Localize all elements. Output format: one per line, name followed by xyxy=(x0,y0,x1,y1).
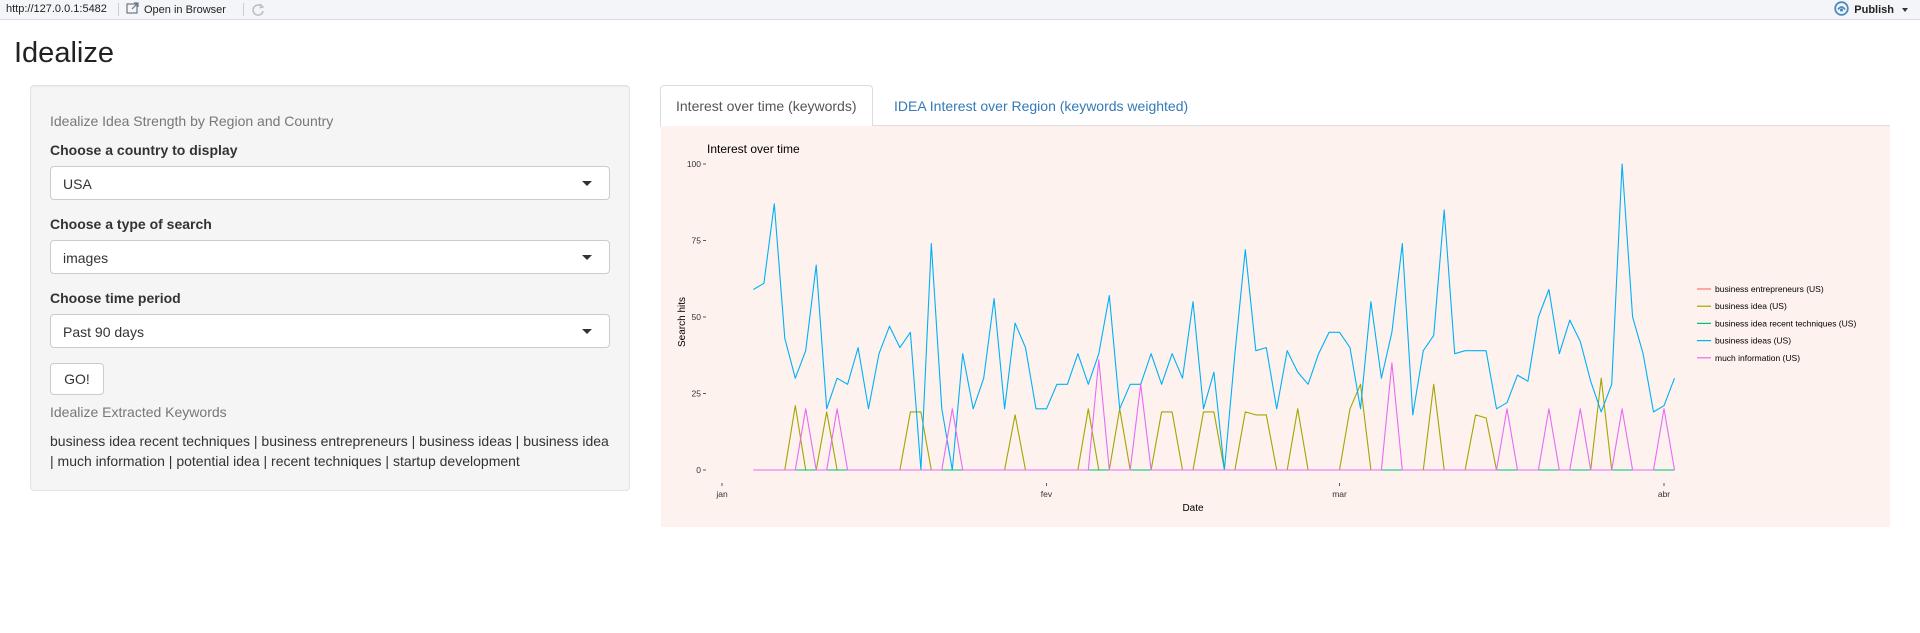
x-tick-label: abr xyxy=(1658,489,1670,499)
search-type-label: Choose a type of search xyxy=(50,216,212,232)
keywords-text: business idea recent techniques | busine… xyxy=(50,433,609,469)
toolbar-divider xyxy=(243,3,244,16)
y-axis-title: Search hits xyxy=(677,297,688,347)
refresh-icon xyxy=(250,3,266,21)
x-tick-label: fev xyxy=(1041,489,1053,499)
country-select[interactable]: USA xyxy=(50,166,610,200)
x-tick-label: jan xyxy=(715,489,728,499)
dropdown-caret-icon xyxy=(582,329,592,334)
y-tick-label: 50 xyxy=(692,312,702,322)
page-title: Idealize xyxy=(14,37,114,69)
publish-button[interactable]: Publish xyxy=(1834,1,1908,19)
legend-label: much information (US) xyxy=(1715,353,1800,363)
dropdown-caret-icon xyxy=(582,181,592,186)
toolbar-divider xyxy=(118,3,119,16)
keywords-heading: Idealize Extracted Keywords xyxy=(50,404,227,420)
country-label: Choose a country to display xyxy=(50,142,238,158)
time-period-select[interactable]: Past 90 days xyxy=(50,314,610,348)
chevron-down-icon xyxy=(1902,8,1908,12)
open-in-browser-icon xyxy=(126,2,140,18)
time-period-label: Choose time period xyxy=(50,290,181,306)
legend-label: business ideas (US) xyxy=(1715,336,1791,346)
y-tick-label: 100 xyxy=(687,159,701,169)
y-tick-label: 25 xyxy=(692,389,702,399)
y-axis: 0 25 50 75 100 xyxy=(687,159,706,475)
tab-bar: Interest over time (keywords) IDEA Inter… xyxy=(660,85,1890,127)
chart-legend: business entrepreneurs (US) business idea… xyxy=(1697,284,1856,363)
go-button[interactable]: GO! xyxy=(50,363,104,395)
open-in-browser-label: Open in Browser xyxy=(144,4,226,16)
series-lines xyxy=(753,163,1676,471)
publish-icon xyxy=(1834,1,1849,19)
search-type-select[interactable]: images xyxy=(50,240,610,274)
x-axis: jan fev mar abr xyxy=(715,483,1670,499)
tab-interest-over-region[interactable]: IDEA Interest over Region (keywords weig… xyxy=(878,85,1204,127)
plot-panel: Interest over time 0 25 50 75 100 jan fev mar a… xyxy=(661,126,1890,527)
interest-over-time-chart: Interest over time 0 25 50 75 100 jan fev mar a… xyxy=(677,142,1856,514)
sidebar-heading: Idealize Idea Strength by Region and Cou… xyxy=(50,113,334,129)
y-tick-label: 75 xyxy=(692,236,702,246)
publish-label: Publish xyxy=(1854,4,1894,16)
series-line-1 xyxy=(753,377,1675,471)
legend-label: business entrepreneurs (US) xyxy=(1715,284,1824,294)
legend-label: business idea recent techniques (US) xyxy=(1715,318,1856,328)
series-line-3 xyxy=(753,163,1676,471)
viewer-url: http://127.0.0.1:5482 xyxy=(6,3,107,15)
legend-label: business idea (US) xyxy=(1715,301,1787,311)
open-in-browser-button[interactable]: Open in Browser xyxy=(126,2,226,18)
tab-interest-over-time[interactable]: Interest over time (keywords) xyxy=(660,85,873,127)
dropdown-caret-icon xyxy=(582,255,592,260)
search-type-select-value: images xyxy=(63,250,109,266)
time-period-select-value: Past 90 days xyxy=(63,324,144,340)
viewer-toolbar: http://127.0.0.1:5482 Open in Browser Pu… xyxy=(0,0,1920,20)
refresh-button[interactable] xyxy=(250,2,266,18)
sidebar-panel: Idealize Idea Strength by Region and Cou… xyxy=(30,85,630,491)
chart-title: Interest over time xyxy=(707,142,800,156)
y-tick-label: 0 xyxy=(696,465,701,475)
x-tick-label: mar xyxy=(1332,489,1347,499)
x-axis-title: Date xyxy=(1182,503,1204,514)
country-select-value: USA xyxy=(63,176,92,192)
